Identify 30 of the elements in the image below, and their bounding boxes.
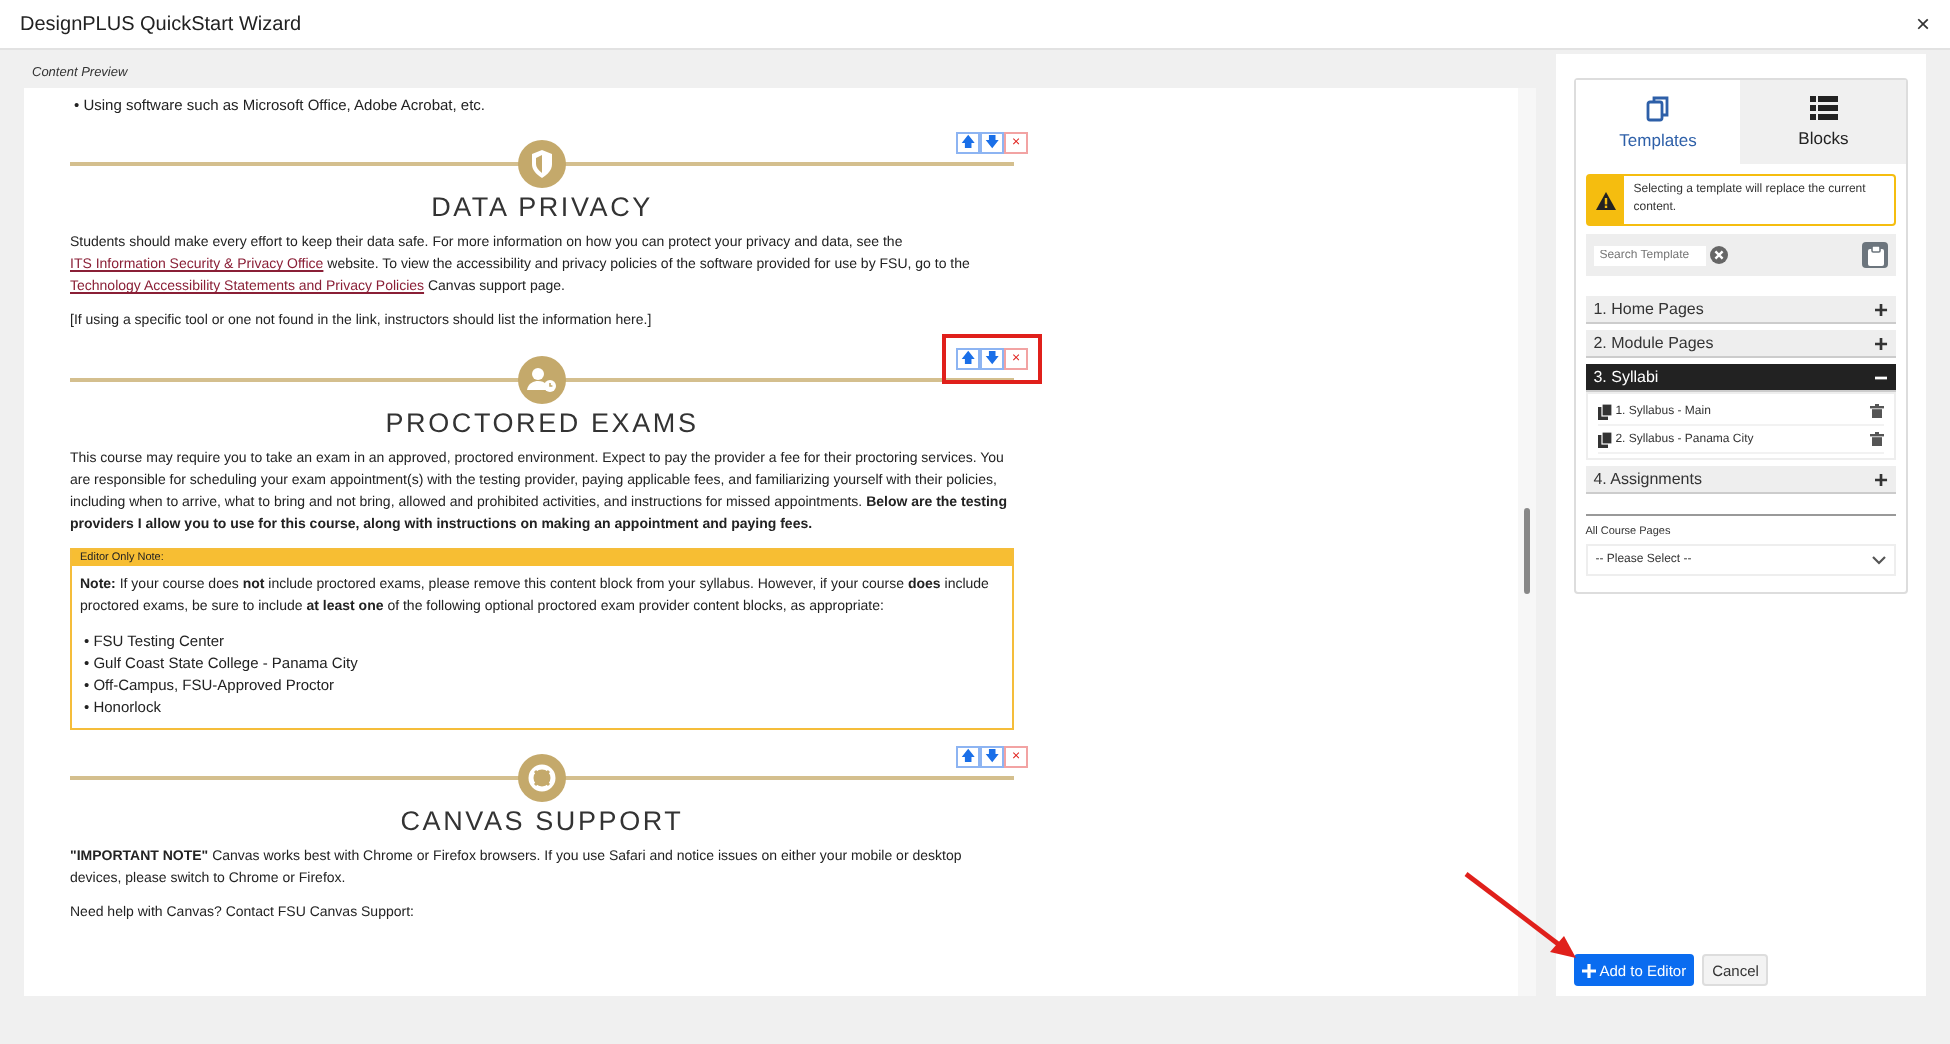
close-button[interactable]: × [1911,10,1934,38]
tab[interactable]: Blocks [1740,80,1906,164]
clipboard-icon [1867,245,1883,265]
window-title: DesignPLUS QuickStart Wizard [20,13,302,35]
accordion-header[interactable]: 4. Assignments + [1585,466,1896,494]
list-icon [1809,96,1838,120]
copy-icon [1597,403,1612,419]
scrollbar[interactable] [1517,88,1536,996]
trash-icon [1870,404,1884,418]
accordion-header[interactable]: 1. Home Pages + [1585,296,1896,324]
plus-icon [1581,963,1596,977]
toggle-icon: + [1873,295,1888,323]
clear-icon [1709,246,1728,264]
copy-icon [1597,431,1612,447]
section-heading: DATA PRIVACY [429,192,655,222]
shield-icon [518,140,566,188]
user-clock-icon [518,356,566,404]
lifebuoy-icon [518,754,566,802]
copy-icon [1646,95,1671,121]
accordion-header[interactable]: 2. Module Pages + [1585,330,1896,358]
clipboard-button[interactable] [1862,242,1888,268]
toggle-icon: + [1873,329,1888,357]
accordion-header[interactable]: 3. Syllabi − [1585,364,1896,392]
trash-icon [1870,432,1884,446]
chevron-down-icon [1872,555,1886,565]
section-heading: PROCTORED EXAMS [383,408,701,438]
section-heading: CANVAS SUPPORT [398,806,686,836]
warning-icon [1595,191,1616,209]
toggle-icon: − [1873,363,1888,391]
toggle-icon: + [1873,465,1888,493]
